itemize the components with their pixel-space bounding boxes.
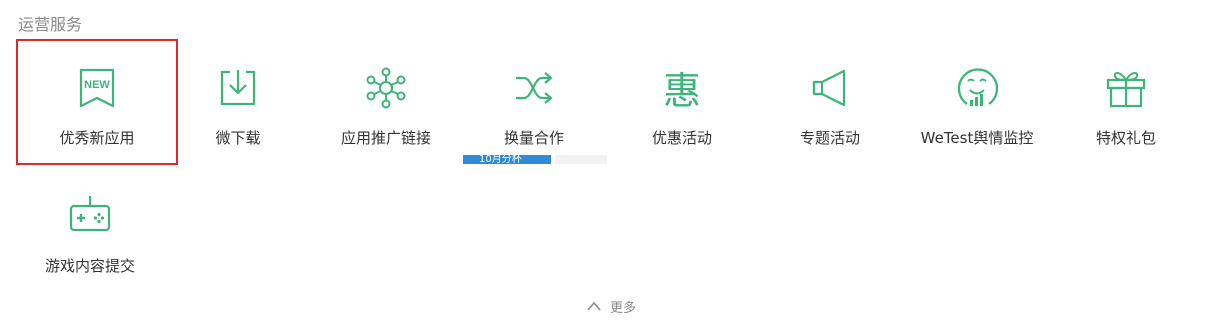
megaphone-icon	[808, 66, 852, 110]
new-badge-icon: NEW	[75, 66, 119, 110]
partial-badge-tail	[555, 155, 607, 164]
hui-character-icon: 惠	[660, 66, 704, 110]
more-label: 更多	[610, 300, 637, 316]
service-label: 换量合作	[503, 129, 564, 147]
service-label: 应用推广链接	[340, 129, 431, 147]
service-micro-download[interactable]: 微下载	[163, 42, 313, 162]
shuffle-icon	[512, 66, 556, 110]
service-excellent-new-app[interactable]: NEW 优秀新应用	[22, 42, 172, 162]
chevron-up-icon	[587, 301, 601, 311]
smiley-chart-icon	[955, 66, 999, 110]
service-traffic-exchange[interactable]: 换量合作	[459, 42, 609, 162]
download-icon	[216, 66, 260, 110]
svg-text:NEW: NEW	[84, 79, 110, 91]
service-wetest-monitoring[interactable]: WeTest舆情监控	[902, 42, 1052, 162]
service-discount-activity[interactable]: 惠 优惠活动	[607, 42, 757, 162]
service-label: WeTest舆情监控	[920, 129, 1034, 147]
service-label: 专题活动	[799, 129, 860, 147]
service-label: 优秀新应用	[59, 129, 135, 147]
more-toggle-button[interactable]: 更多	[586, 296, 636, 316]
service-label: 微下载	[215, 129, 261, 147]
partial-badge-text: 10月分杯	[463, 155, 551, 164]
service-label: 特权礼包	[1095, 129, 1156, 147]
service-app-promotion-link[interactable]: 应用推广链接	[311, 42, 461, 162]
link-network-icon	[364, 66, 408, 110]
svg-text:惠: 惠	[663, 69, 701, 110]
service-label: 游戏内容提交	[44, 257, 135, 275]
service-label: 优惠活动	[651, 129, 712, 147]
service-privilege-gift[interactable]: 特权礼包	[1051, 42, 1201, 162]
gamepad-icon	[68, 194, 112, 238]
service-game-content-submit[interactable]: 游戏内容提交	[15, 170, 165, 290]
gift-icon	[1104, 66, 1148, 110]
partial-badge: 10月分杯	[463, 155, 607, 164]
section-title: 运营服务	[18, 15, 83, 34]
service-topic-activity[interactable]: 专题活动	[755, 42, 905, 162]
